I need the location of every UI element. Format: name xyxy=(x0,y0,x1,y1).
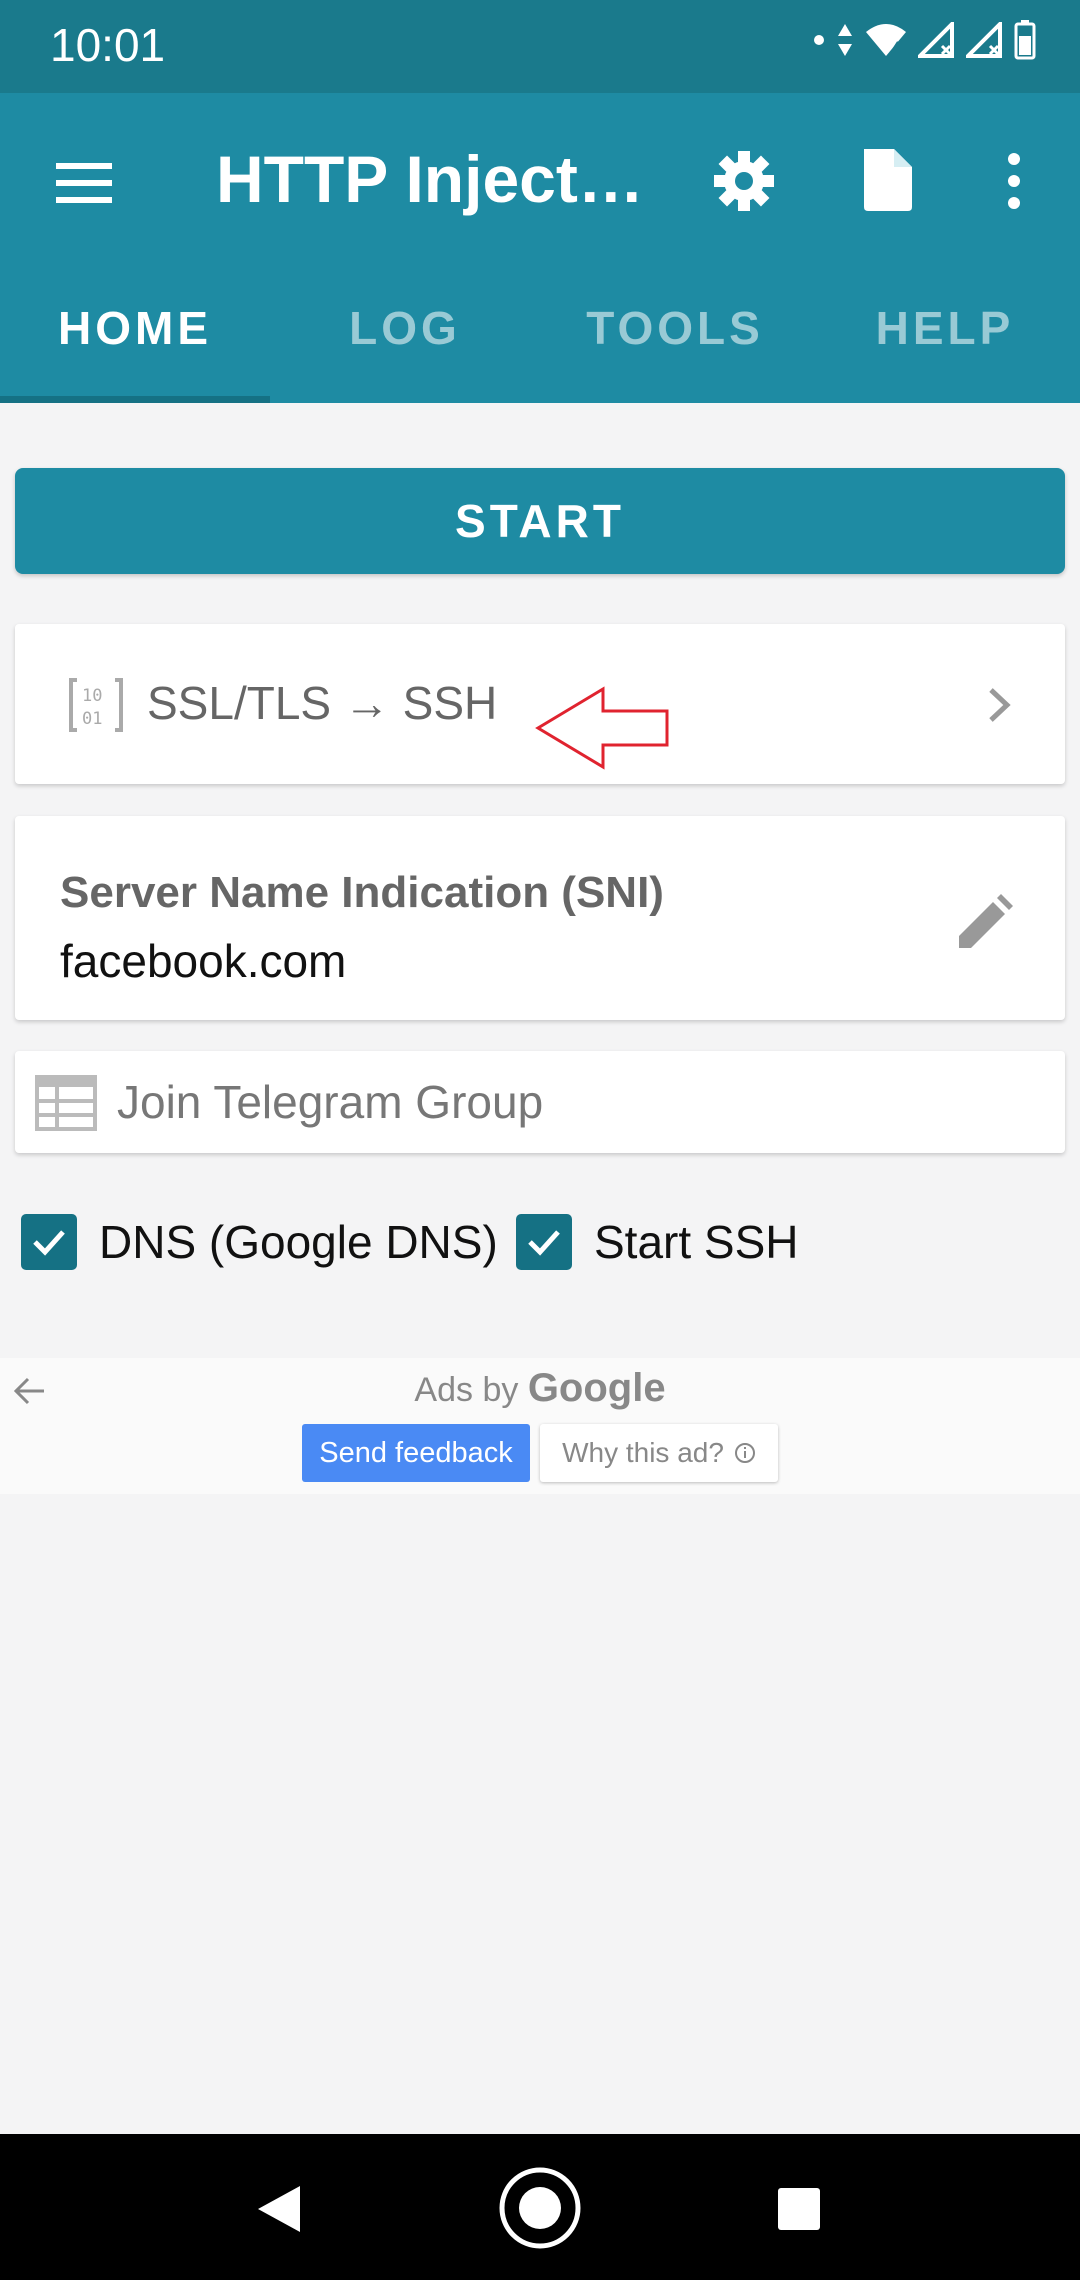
status-icons: 4 xyxy=(812,20,1036,60)
settings-icon[interactable] xyxy=(712,149,776,213)
ad-banner: Ads by Google Send feedback Why this ad? xyxy=(0,1358,1080,1494)
data-arrows-icon xyxy=(838,24,852,56)
tab-tools-label: TOOLS xyxy=(586,302,764,354)
tab-log-label: LOG xyxy=(349,302,461,354)
app-bar: HTTP Inject… HOME LOG TOOLS HELP xyxy=(0,93,1080,403)
sni-card: Server Name Indication (SNI) facebook.co… xyxy=(15,816,1065,1020)
tab-indicator xyxy=(0,396,270,403)
tab-tools[interactable]: TOOLS xyxy=(540,293,810,403)
telegram-group-label: Join Telegram Group xyxy=(117,1076,544,1128)
wifi-icon: 4 xyxy=(866,24,906,56)
more-vert-icon[interactable] xyxy=(998,149,1030,213)
chevron-right-icon xyxy=(989,688,1011,722)
sni-value: facebook.com xyxy=(60,935,347,987)
start-ssh-checkbox-label: Start SSH xyxy=(594,1216,799,1268)
tab-bar: HOME LOG TOOLS HELP xyxy=(0,293,1080,403)
nav-back-icon[interactable] xyxy=(254,2184,302,2234)
svg-text:01: 01 xyxy=(82,709,102,729)
ads-by-label: Ads by xyxy=(414,1371,519,1409)
send-feedback-button[interactable]: Send feedback xyxy=(302,1424,530,1482)
notification-dot-icon xyxy=(814,35,824,45)
dns-checkbox-label: DNS (Google DNS) xyxy=(99,1216,498,1268)
tab-log[interactable]: LOG xyxy=(270,293,540,403)
file-icon[interactable] xyxy=(858,145,918,215)
tab-home[interactable]: HOME xyxy=(0,293,270,403)
system-nav-bar xyxy=(0,2134,1080,2280)
signal-icon xyxy=(918,22,954,58)
telegram-group-button[interactable]: Join Telegram Group xyxy=(15,1051,1065,1153)
sni-title: Server Name Indication (SNI) xyxy=(60,868,664,917)
why-this-ad-label: Why this ad? xyxy=(562,1437,724,1468)
menu-icon[interactable] xyxy=(54,153,114,213)
tab-home-label: HOME xyxy=(58,302,212,354)
tab-help[interactable]: HELP xyxy=(810,293,1080,403)
checkbox-checked-icon xyxy=(21,1214,77,1270)
calendar-table-icon xyxy=(35,1075,97,1131)
edit-pencil-icon[interactable] xyxy=(955,894,1013,952)
nav-recents-icon[interactable] xyxy=(776,2186,822,2232)
nav-home-icon[interactable] xyxy=(498,2166,582,2250)
google-logo: Google xyxy=(527,1366,666,1410)
status-bar: 10:01 4 xyxy=(0,0,1080,93)
svg-text:10: 10 xyxy=(82,686,102,706)
dns-checkbox[interactable]: DNS (Google DNS) xyxy=(21,1214,498,1270)
start-ssh-checkbox[interactable]: Start SSH xyxy=(516,1214,799,1270)
app-title: HTTP Inject… xyxy=(216,142,644,216)
signal-icon xyxy=(966,22,1002,58)
tab-help-label: HELP xyxy=(875,302,1015,354)
checkbox-checked-icon xyxy=(516,1214,572,1270)
annotation-arrow-icon xyxy=(535,686,669,770)
battery-icon xyxy=(1014,20,1036,60)
info-icon xyxy=(734,1443,755,1463)
why-this-ad-button[interactable]: Why this ad? xyxy=(540,1424,778,1482)
binary-icon: 10 01 xyxy=(69,678,123,732)
start-button[interactable]: START xyxy=(15,468,1065,574)
ads-by-google: Ads by Google xyxy=(0,1366,1080,1411)
tunnel-mode-label: SSL/TLS → SSH xyxy=(147,677,498,729)
status-time: 10:01 xyxy=(50,19,166,71)
svg-text:4: 4 xyxy=(892,40,901,56)
